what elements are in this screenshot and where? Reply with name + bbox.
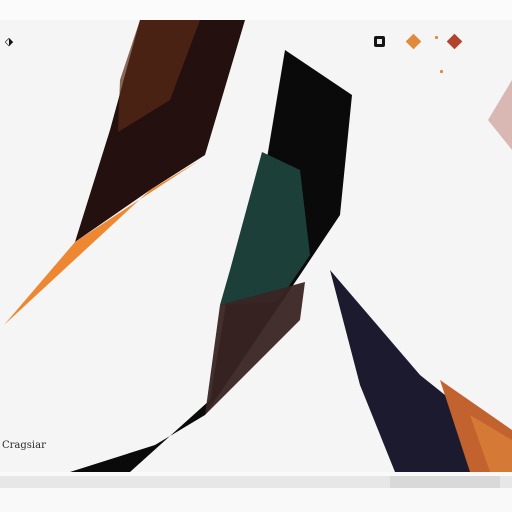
app-label: Cragsiar — [2, 440, 46, 451]
horizontal-scrollbar[interactable] — [0, 476, 512, 488]
top-bar — [0, 0, 512, 20]
app-window: ⬗ Cragsiar — [0, 0, 512, 512]
maroon-facet-shape — [205, 282, 305, 415]
pink-shard-shape — [488, 80, 512, 150]
back-arrow-icon[interactable]: ⬗ — [2, 35, 16, 49]
abstract-artwork — [4, 20, 512, 472]
teal-facet-shape — [220, 152, 310, 305]
scrollbar-thumb[interactable] — [390, 476, 500, 488]
orange-dot-icon — [440, 70, 443, 73]
bottom-scrollbar-area — [0, 472, 512, 512]
orange-dot-icon — [435, 36, 438, 39]
artwork-canvas[interactable] — [0, 20, 512, 472]
navy-wedge-shape — [330, 270, 480, 472]
square-stop-icon[interactable] — [374, 36, 385, 47]
